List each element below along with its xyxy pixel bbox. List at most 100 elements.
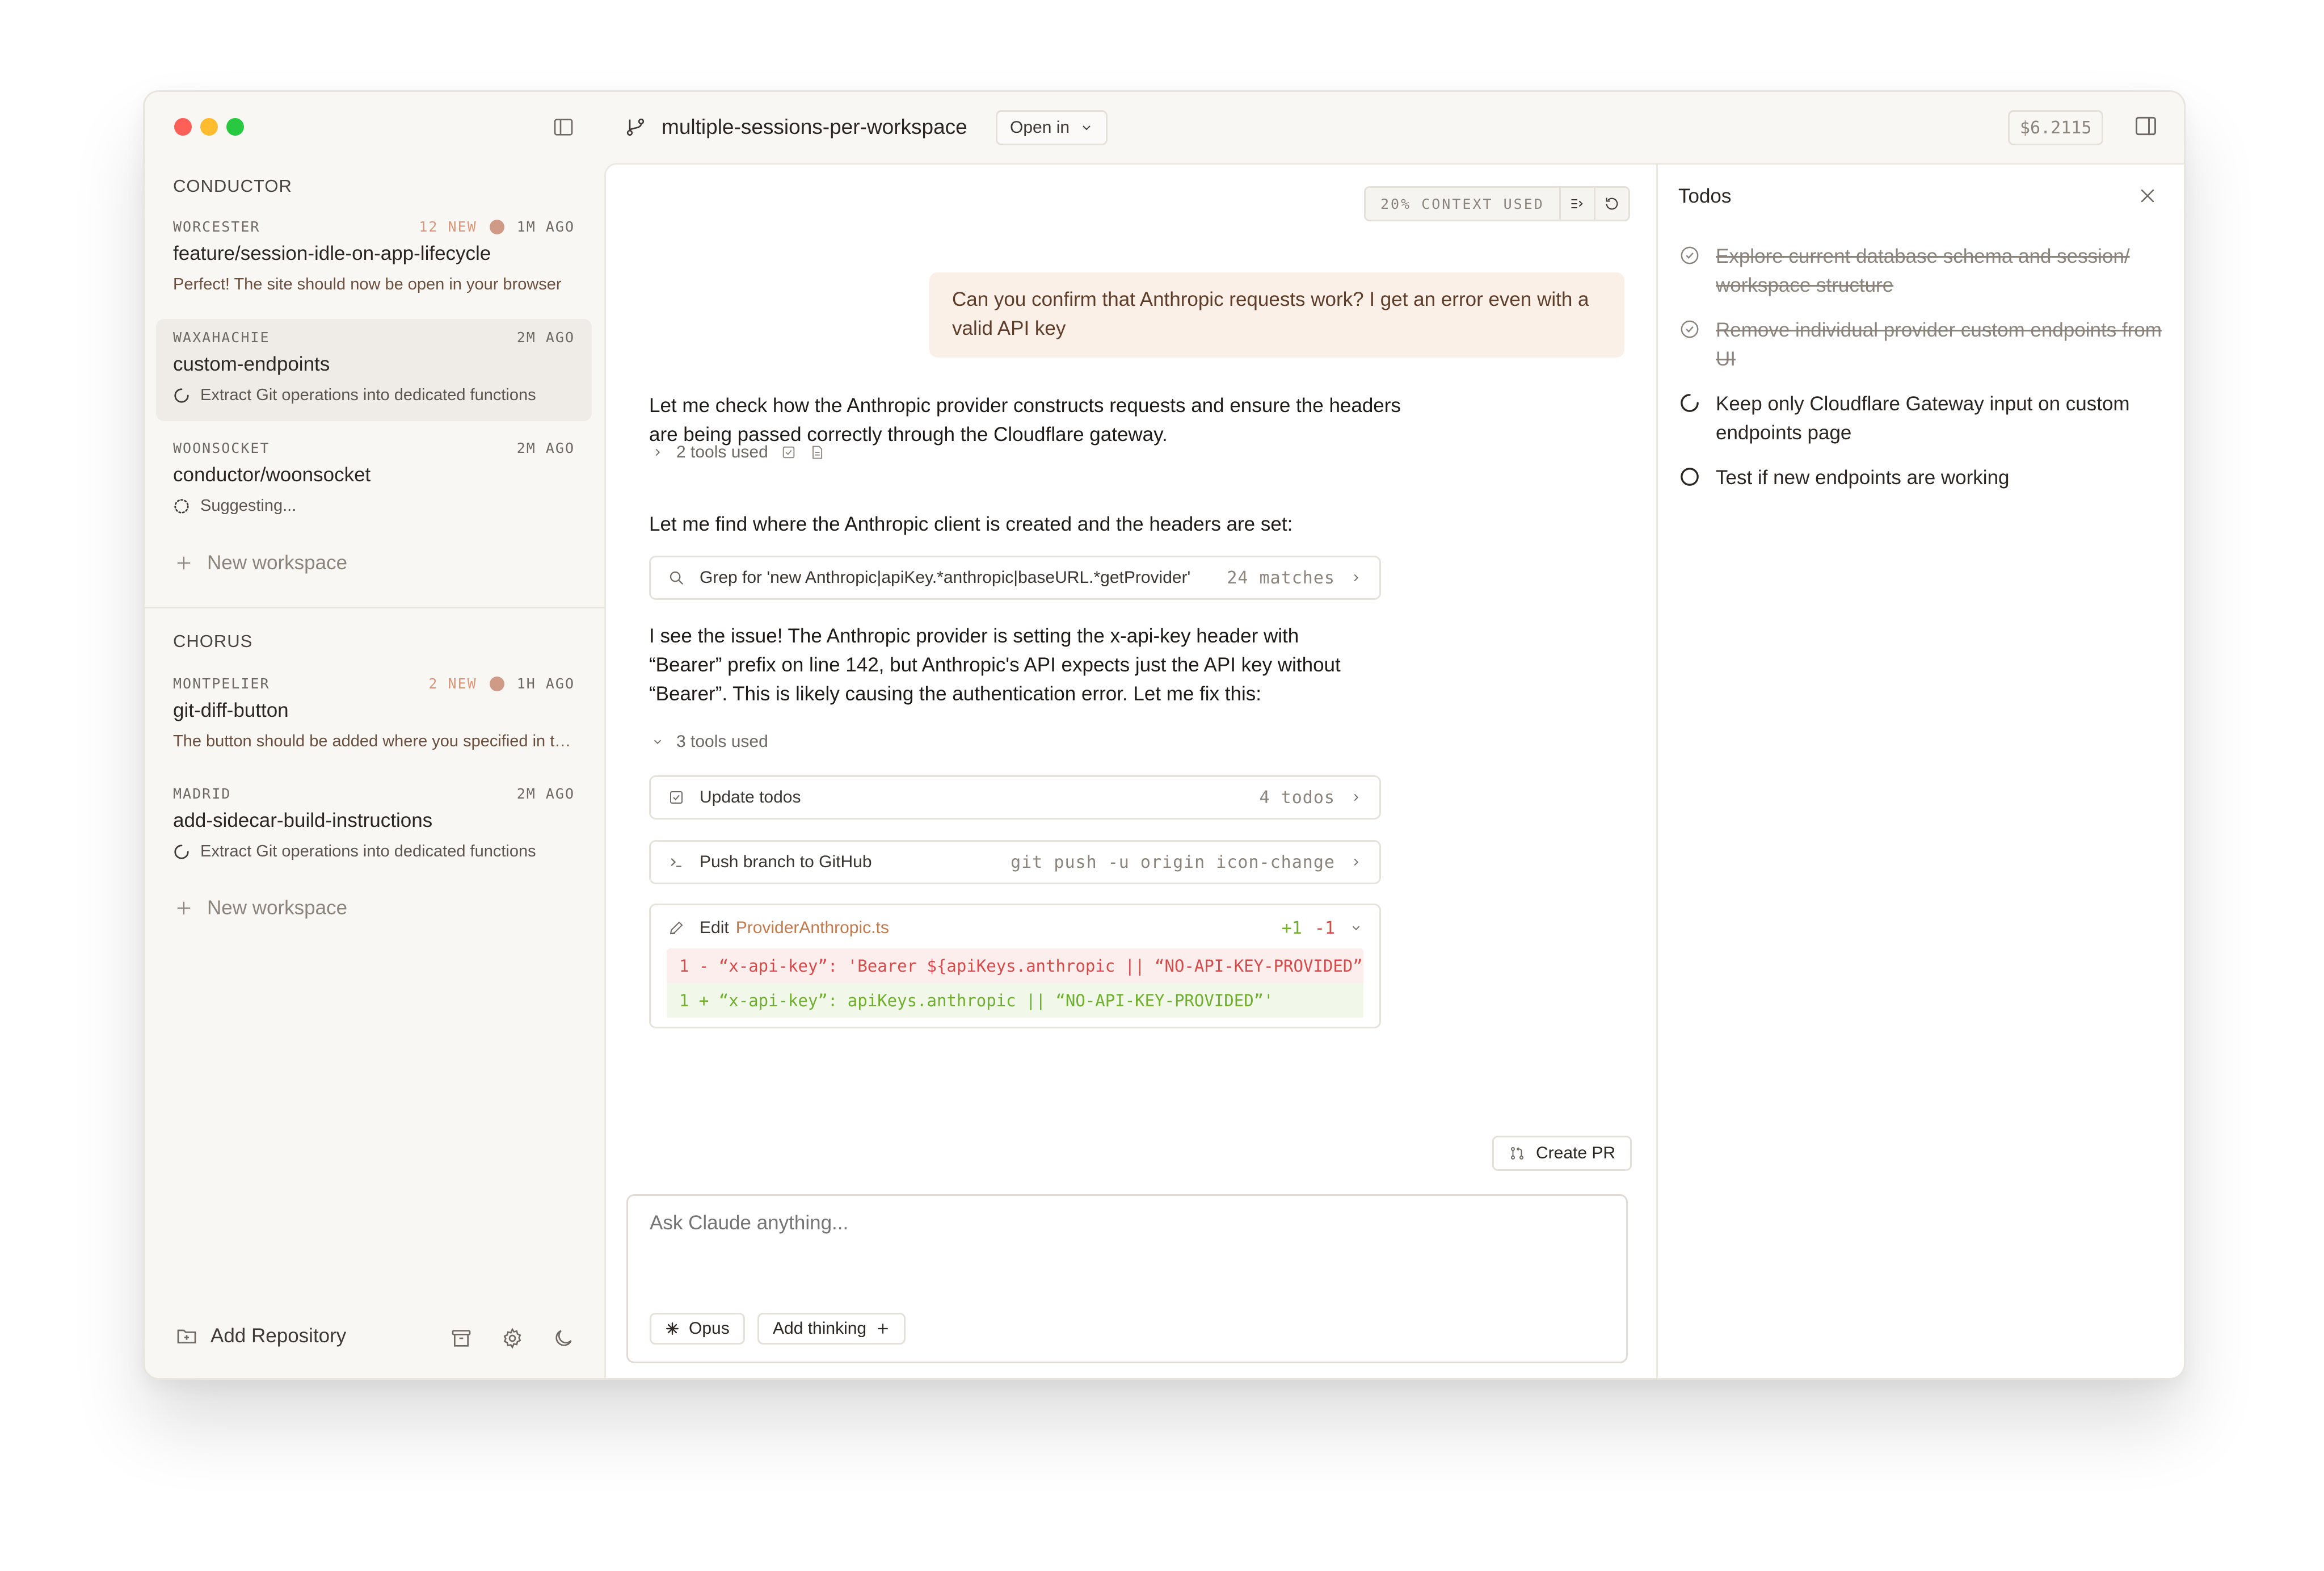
create-pr-label: Create PR [1536, 1144, 1616, 1162]
workspace-title: git-diff-button [173, 699, 289, 721]
gear-icon[interactable] [501, 1327, 524, 1350]
workspace-location: WORCESTER [173, 219, 260, 235]
unread-dot-icon [489, 676, 504, 691]
workspace-title: add-sidecar-build-instructions [173, 809, 433, 831]
workspace-age: 2M AGO [516, 329, 575, 346]
composer: Opus Add thinking [626, 1194, 1628, 1363]
assistant-message: I see the issue! The Anthropic provider … [649, 625, 1341, 705]
workspace-age: 1M AGO [516, 219, 575, 235]
check-circle-icon [1678, 244, 1701, 267]
section-title: CHORUS [173, 631, 253, 651]
sidebar-footer: Add Repository [175, 1322, 607, 1356]
workspace-location: MONTPELIER [173, 675, 270, 692]
create-pr-button[interactable]: Create PR [1492, 1136, 1632, 1171]
todo-text: Keep only Cloudflare Gateway input on cu… [1716, 393, 2130, 444]
todo-item[interactable]: Remove individual provider custom endpoi… [1678, 316, 2166, 373]
grep-tool-card[interactable]: Grep for 'new Anthropic|apiKey.*anthropi… [649, 556, 1381, 600]
spinner-icon [173, 387, 190, 404]
model-selector[interactable]: Opus [650, 1313, 745, 1345]
chat-input[interactable] [650, 1212, 1557, 1234]
workspace-item[interactable]: WORCESTER 12 NEW 1M AGO feature/session-… [156, 208, 592, 310]
asterisk-icon [665, 1321, 680, 1336]
git-branch-icon [624, 116, 647, 138]
section-title: CONDUCTOR [173, 176, 292, 196]
assistant-message: Let me check how the Anthropic provider … [649, 394, 1401, 446]
add-thinking-button[interactable]: Add thinking [757, 1313, 906, 1345]
new-workspace-label: New workspace [207, 552, 348, 574]
update-todos-card[interactable]: Update todos 4 todos [649, 775, 1381, 820]
push-command: git push -u origin icon-change [1011, 852, 1335, 872]
tools-used-toggle[interactable]: 3 tools used [651, 732, 768, 751]
diff-view: 1 - “x-api-key”: 'Bearer ${apiKeys.anthr… [667, 948, 1363, 1019]
workspace-item-active[interactable]: WAXAHACHIE 2M AGO custom-endpoints Extra… [156, 319, 592, 421]
open-in-dropdown[interactable]: Open in [996, 110, 1108, 145]
add-thinking-label: Add thinking [773, 1319, 867, 1338]
file-icon [809, 444, 825, 460]
workspace-title: conductor/woonsocket [173, 464, 371, 486]
checkbox-icon [781, 444, 797, 460]
todo-text: Remove individual provider custom endpoi… [1716, 319, 2162, 370]
add-repository-label: Add Repository [210, 1325, 347, 1347]
unread-dot-icon [489, 219, 504, 234]
todo-item[interactable]: Explore current database schema and sess… [1678, 242, 2166, 300]
workspace-location: WOONSOCKET [173, 440, 270, 456]
workspace-location: MADRID [173, 786, 231, 802]
push-branch-card[interactable]: Push branch to GitHub git push -u origin… [649, 840, 1381, 884]
sidebar-toggle-icon[interactable] [552, 116, 575, 138]
archive-icon[interactable] [450, 1327, 473, 1350]
empty-circle-icon [1678, 465, 1701, 488]
close-window-button[interactable] [174, 118, 192, 136]
checkbox-icon [668, 789, 685, 806]
sidebar-divider [145, 607, 604, 608]
new-count-badge: 12 NEW [419, 219, 477, 235]
todo-item[interactable]: Test if new endpoints are working [1678, 463, 2166, 492]
todos-title: Todos [1678, 185, 1732, 207]
workspace-item[interactable]: MADRID 2M AGO add-sidecar-build-instruct… [156, 775, 592, 877]
context-used-label: 20% CONTEXT USED [1380, 195, 1544, 212]
add-repository-button[interactable]: Add Repository [175, 1325, 346, 1347]
tools-used-label: 2 tools used [676, 443, 768, 461]
spinner-icon [173, 843, 190, 860]
workspace-title: feature/session-idle-on-app-lifecycle [173, 242, 491, 264]
workspace-title: custom-endpoints [173, 353, 330, 375]
chevron-down-icon [1080, 121, 1093, 135]
workspace-subtitle: The button should be added where you spe… [173, 732, 576, 750]
compact-icon[interactable] [1559, 188, 1594, 220]
plus-icon [175, 900, 192, 917]
grep-label: Grep for 'new Anthropic|apiKey.*anthropi… [700, 568, 1191, 587]
folder-plus-icon [175, 1325, 198, 1347]
new-workspace-button[interactable]: New workspace [175, 552, 347, 574]
todos-panel: Todos Explore current database schema an… [1656, 163, 2184, 1378]
workspace-age: 1H AGO [516, 675, 575, 692]
chevron-right-icon [1350, 572, 1362, 584]
terminal-icon [668, 854, 685, 871]
refresh-icon[interactable] [1593, 188, 1628, 220]
todo-text: Test if new endpoints are working [1716, 467, 2010, 489]
zoom-window-button[interactable] [226, 118, 244, 136]
tools-used-toggle[interactable]: 2 tools used [651, 443, 825, 462]
app-window: CONDUCTOR WORCESTER 12 NEW 1M AGO featur… [143, 90, 2186, 1380]
branch-name: multiple-sessions-per-workspace [662, 115, 967, 138]
moon-icon[interactable] [552, 1327, 575, 1350]
right-panel-toggle-icon[interactable] [2133, 114, 2158, 138]
spinner-icon [1678, 392, 1701, 414]
workspace-subtitle: Extract Git operations into dedicated fu… [200, 842, 536, 860]
minimize-window-button[interactable] [200, 118, 218, 136]
chevron-right-icon [651, 446, 664, 459]
new-workspace-button[interactable]: New workspace [175, 897, 347, 919]
chevron-right-icon [1350, 856, 1362, 868]
new-count-badge: 2 NEW [428, 675, 477, 692]
edit-filename[interactable]: ProviderAnthropic.ts [736, 918, 889, 938]
workspace-subtitle: Suggesting... [200, 497, 297, 515]
lines-removed: -1 [1314, 918, 1335, 938]
edit-prefix: Edit [700, 918, 729, 937]
todo-item[interactable]: Keep only Cloudflare Gateway input on cu… [1678, 389, 2166, 447]
workspace-item[interactable]: MONTPELIER 2 NEW 1H AGO git-diff-button … [156, 665, 592, 767]
workspace-item[interactable]: WOONSOCKET 2M AGO conductor/woonsocket S… [156, 430, 592, 532]
edit-file-card[interactable]: Edit ProviderAnthropic.ts +1 -1 1 - “x-a… [649, 904, 1381, 1028]
workspace-subtitle: Perfect! The site should now be open in … [173, 275, 562, 293]
workspace-subtitle: Extract Git operations into dedicated fu… [200, 386, 536, 404]
workspace-location: WAXAHACHIE [173, 329, 270, 346]
user-message: Can you confirm that Anthropic requests … [929, 272, 1624, 358]
close-icon[interactable] [2138, 186, 2157, 205]
